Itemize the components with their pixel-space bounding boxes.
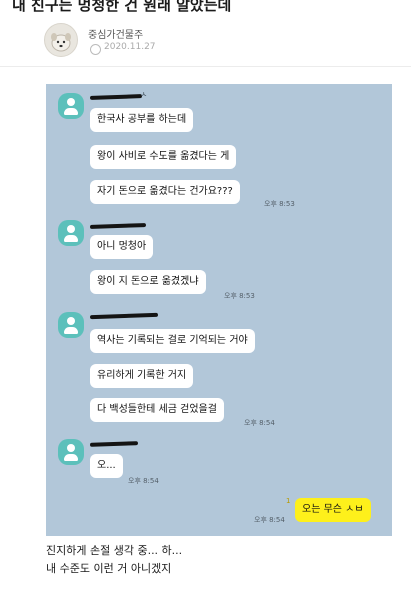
profile-icon — [58, 439, 84, 465]
author-name[interactable]: 중심가건물주 — [88, 26, 143, 41]
redaction-scribble — [89, 312, 159, 320]
message-bubble: 자기 돈으로 옮겼다는 건가요??? — [90, 180, 240, 204]
post-title: 내 친구는 멍청한 건 원래 알았는데 — [12, 0, 232, 14]
message-bubble: 왕이 지 돈으로 옮겼겠냐 — [90, 270, 206, 294]
dog-avatar-icon — [51, 33, 71, 52]
closing-line: 내 수준도 이런 거 아니겠지 — [46, 562, 172, 575]
message-bubble: 아니 멍청아 — [90, 235, 154, 259]
message-bubble: 다 백성들한테 세금 걷었을걸 — [90, 398, 224, 422]
post-date: 2020.11.27 — [104, 42, 156, 52]
divider — [0, 66, 411, 67]
sender-name: ㅅ — [140, 90, 148, 99]
message-time: 오후 8:54 — [244, 419, 275, 427]
message-bubble: 왕이 사비로 수도를 옮겼다는 게 — [90, 145, 237, 169]
clock-icon — [90, 44, 101, 55]
message-time: 오후 8:53 — [264, 200, 295, 208]
chat-screenshot: ㅅ 한국사 공부를 하는데 왕이 사비로 수도를 옮겼다는 게 자기 돈으로 옮… — [46, 84, 392, 536]
redaction-scribble — [89, 441, 139, 447]
closing-line: 진지하게 손절 생각 중... 하... — [46, 544, 183, 557]
message-time: 오후 8:54 — [128, 477, 159, 485]
redaction-scribble — [89, 223, 147, 229]
message-time: 오후 8:53 — [224, 292, 255, 300]
profile-icon — [58, 93, 84, 119]
message-bubble: 역사는 기록되는 걸로 기억되는 거야 — [90, 329, 255, 353]
profile-icon — [58, 220, 84, 246]
profile-icon — [58, 312, 84, 338]
message-bubble: 유리하게 기록한 거지 — [90, 364, 194, 388]
read-count: 1 — [286, 497, 291, 505]
message-bubble: 한국사 공부를 하는데 — [90, 108, 194, 132]
author-avatar[interactable] — [44, 23, 78, 57]
my-message-bubble: 오는 무슨 ㅅㅂ — [295, 498, 371, 522]
message-time: 오후 8:54 — [254, 516, 285, 524]
closing-text: 진지하게 손절 생각 중... 하... 내 수준도 이런 거 아니겠지 — [46, 542, 182, 578]
message-bubble: 오... — [90, 454, 123, 478]
redaction-scribble — [89, 94, 143, 100]
